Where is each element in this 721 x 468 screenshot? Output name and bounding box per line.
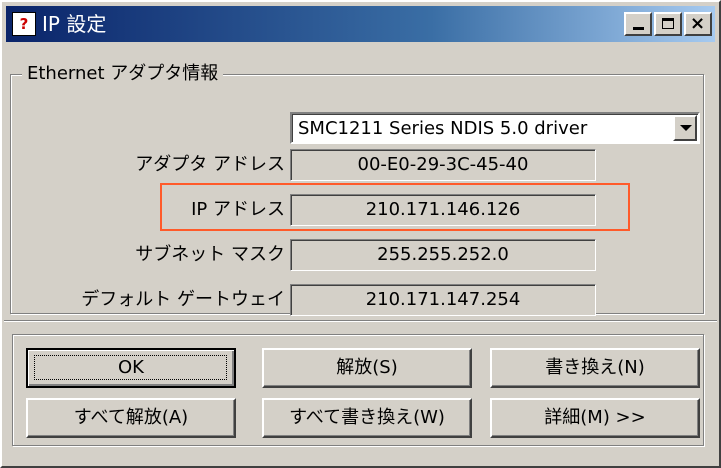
close-icon: × [690,13,706,34]
maximize-button[interactable] [654,12,682,36]
subnet-mask-value: 255.255.252.0 [290,239,596,271]
ok-button[interactable]: OK [26,348,236,388]
ok-button-label: OK [118,357,144,378]
ip-address-highlight [160,183,630,231]
adapter-select[interactable]: SMC1211 Series NDIS 5.0 driver [290,112,700,144]
close-button[interactable]: × [684,12,712,36]
adapter-select-value: SMC1211 Series NDIS 5.0 driver [298,118,588,139]
renew-button[interactable]: 書き換え(N) [490,348,700,388]
window-title: IP 設定 [42,12,107,36]
separator [4,320,717,322]
adapter-group-label: Ethernet アダプタ情報 [22,62,224,86]
adapter-address-label: アダプタ アドレス [135,154,285,175]
maximize-icon [662,18,674,29]
default-gateway-label: デフォルト ゲートウェイ [81,289,285,310]
network-icon: ? [12,12,36,36]
adapter-address-value: 00-E0-29-3C-45-40 [290,149,596,181]
chevron-down-icon [680,125,692,131]
default-gateway-value: 210.171.147.254 [290,284,596,316]
renew-all-button[interactable]: すべて書き換え(W) [262,398,472,438]
subnet-mask-label: サブネット マスク [135,244,285,265]
release-all-button[interactable]: すべて解放(A) [26,398,236,438]
release-button[interactable]: 解放(S) [262,348,472,388]
dropdown-button[interactable] [673,115,697,141]
minimize-icon [633,27,644,30]
title-bar[interactable]: ? IP 設定 × [6,6,715,42]
minimize-button[interactable] [624,12,652,36]
details-button[interactable]: 詳細(M) >> [490,398,700,438]
